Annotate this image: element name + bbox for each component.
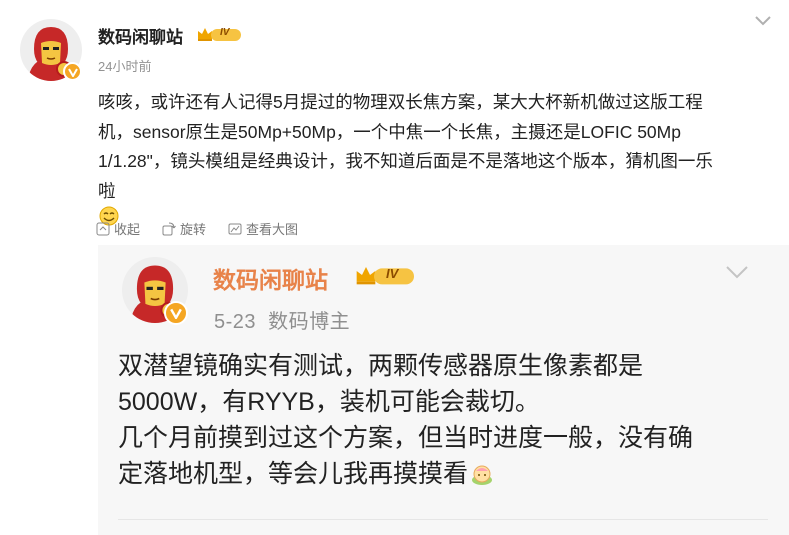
view-large-icon — [228, 223, 242, 234]
chevron-down-icon[interactable] — [725, 264, 749, 285]
rotate-button[interactable]: 旋转 — [162, 219, 206, 238]
quote-meta: 5-23 数码博主 — [214, 305, 350, 334]
post-text-line: 啦 — [98, 180, 116, 201]
quote-text-line: 双潜望镜确实有测试，两颗传感器原生像素都是 — [118, 352, 644, 380]
quote-role: 数码博主 — [268, 311, 351, 333]
quote-date[interactable]: 5-23 — [214, 311, 256, 333]
username[interactable]: 数码闲聊站 — [98, 23, 183, 48]
rotate-label: 旋转 — [180, 222, 207, 237]
collapse-label: 收起 — [114, 222, 141, 237]
quote-level-text: IV — [386, 266, 399, 281]
divider — [118, 519, 768, 520]
quote-text-line-last: 定落地机型，等会儿我再摸摸看 — [118, 456, 693, 496]
sweet-emoji-icon — [470, 460, 494, 496]
collapse-button[interactable]: 收起 — [96, 219, 140, 238]
post-text: 咳咳，或许还有人记得5月提过的物理双长焦方案，某大大杯新机做过这版工程 机，se… — [98, 88, 774, 236]
post-text-line: 机，sensor原生是50Mp+50Mp，一个中焦一个长焦，主摄还是LOFIC … — [98, 121, 681, 142]
post-text-line: 咳咳，或许还有人记得5月提过的物理双长焦方案，某大大杯新机做过这版工程 — [98, 92, 703, 112]
post-time[interactable]: 24小时前 — [98, 56, 151, 75]
quoted-post-card[interactable]: 数码闲聊站 IV 5-23 数码博主 双潜望镜确实有测试，两颗传感器原生像素都是… — [98, 245, 789, 535]
chevron-down-icon[interactable] — [754, 14, 772, 32]
quote-text-line: 几个月前摸到过这个方案，但当时进度一般，没有确 — [118, 424, 694, 452]
rotate-icon — [162, 222, 176, 235]
post-text-line: 1/1.28"，镜头模组是经典设计，我不知道后面是不是落地这个版本，猜机图一乐 — [98, 151, 713, 171]
quote-level-badge: IV — [354, 263, 418, 287]
view-large-button[interactable]: 查看大图 — [228, 219, 298, 238]
view-large-label: 查看大图 — [246, 222, 299, 237]
image-toolbar: 收起 旋转 查看大图 — [96, 219, 320, 238]
quote-text-line: 5000W，有RYYB，装机可能会裁切。 — [118, 388, 540, 416]
quote-username[interactable]: 数码闲聊站 — [213, 261, 328, 295]
verified-badge-icon — [164, 301, 188, 325]
quote-text-line: 定落地机型，等会儿我再摸摸看 — [118, 460, 469, 488]
quote-text: 双潜望镜确实有测试，两颗传感器原生像素都是 5000W，有RYYB，装机可能会裁… — [118, 348, 693, 496]
level-text: IV — [220, 27, 230, 38]
weibo-post: 数码闲聊站 IV 24小时前 咳咳，或许还有人记得5月提过的物理双长焦方案，某大… — [0, 0, 789, 226]
verified-badge-icon — [63, 62, 82, 81]
collapse-icon — [96, 222, 110, 235]
level-badge: IV — [196, 25, 244, 43]
